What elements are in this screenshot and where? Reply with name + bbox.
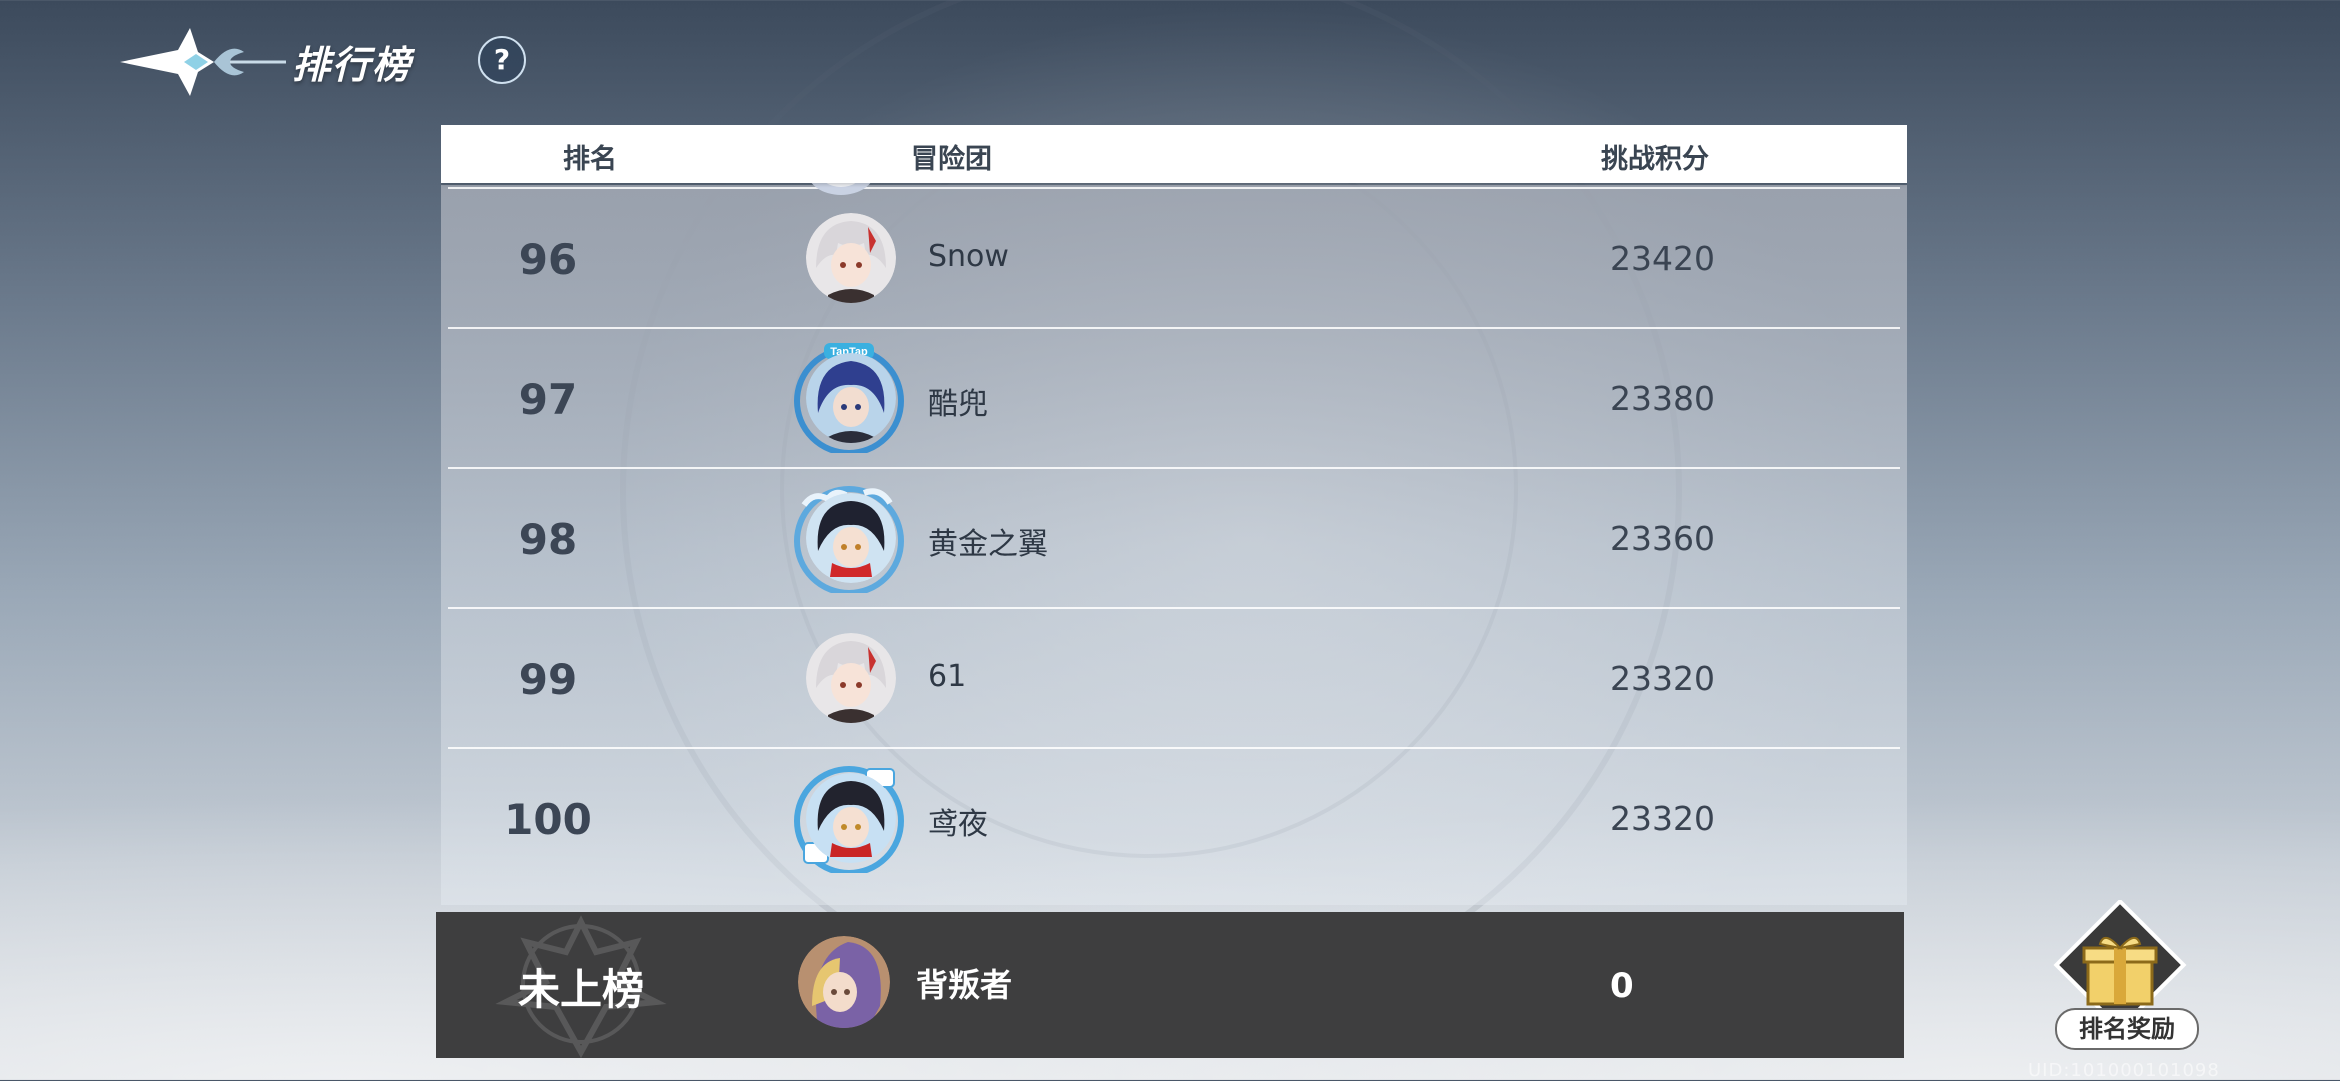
score-value: 23380 xyxy=(1610,379,1715,418)
rank-value: 100 xyxy=(504,795,592,844)
rank-value: 98 xyxy=(518,515,578,564)
back-ornament-icon xyxy=(120,28,286,96)
self-rank-value: 未上榜 xyxy=(518,965,645,1014)
avatar-dark-hair-red-scarf-icon xyxy=(806,773,896,863)
uid-text: UID:101000101098 xyxy=(2028,1060,2220,1081)
team-name: Snow xyxy=(928,239,1009,274)
help-button[interactable]: ? xyxy=(478,36,526,84)
self-score-value: 0 xyxy=(1610,966,1634,1006)
page-title: 排行榜 xyxy=(292,43,413,87)
team-name: 61 xyxy=(928,659,967,694)
team-name: 酷兜 xyxy=(928,387,988,422)
self-rank-row: 未上榜 背叛者 0 xyxy=(436,912,1904,1059)
avatar-silver-hair-icon xyxy=(806,633,896,723)
score-value: 23360 xyxy=(1610,519,1715,558)
back-button[interactable] xyxy=(118,22,288,100)
table-header: 排名 冒险团 挑战积分 xyxy=(441,125,1907,183)
table-row[interactable]: 99 61 23320 xyxy=(448,607,1900,748)
score-value: 23320 xyxy=(1610,659,1715,698)
avatar-blue-hair-icon xyxy=(806,353,896,443)
column-header-team: 冒险团 xyxy=(911,144,992,175)
rank-value: 96 xyxy=(518,235,578,284)
team-name: 鸢夜 xyxy=(928,807,988,842)
team-name: 黄金之翼 xyxy=(928,527,1048,562)
table-row[interactable]: 98 黄金之翼 23360 xyxy=(448,467,1900,608)
column-header-rank: 排名 xyxy=(563,144,617,175)
table-row[interactable]: 97 TapTap 酷兜 23380 xyxy=(448,327,1900,468)
self-team-name: 背叛者 xyxy=(916,966,1013,1004)
table-row[interactable]: 100 鸢夜 23320 xyxy=(448,747,1900,888)
rank-value: 99 xyxy=(518,655,578,704)
table-row[interactable]: 96 Snow 23420 xyxy=(448,187,1900,328)
leaderboard-table[interactable]: 排名 冒险团 挑战积分 96 Snow 23420 97 TapTap 酷兜 2… xyxy=(441,125,1907,905)
score-value: 23420 xyxy=(1610,239,1715,278)
table-rows: 96 Snow 23420 97 TapTap 酷兜 23380 98 黄金之翼… xyxy=(441,185,1907,905)
avatar-blonde-hood-icon xyxy=(798,936,890,1028)
avatar-black-hair-icon xyxy=(806,493,896,583)
score-value: 23320 xyxy=(1610,799,1715,838)
column-header-score: 挑战积分 xyxy=(1601,144,1709,175)
rank-value: 97 xyxy=(518,375,578,424)
ranking-reward-label[interactable]: 排名奖励 xyxy=(2055,1008,2199,1050)
avatar-silver-hair-icon xyxy=(806,213,896,303)
